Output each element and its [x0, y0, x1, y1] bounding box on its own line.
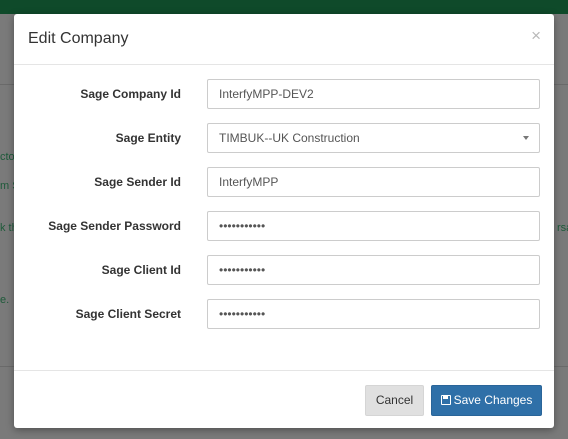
sender-id-label: Sage Sender Id: [94, 175, 181, 189]
modal-title: Edit Company: [28, 30, 129, 47]
company-id-label: Sage Company Id: [80, 87, 181, 101]
company-id-input[interactable]: InterfyMPP-DEV2: [207, 79, 540, 109]
form-row-entity: Sage Entity TIMBUK--UK Construction: [14, 123, 554, 155]
cancel-button[interactable]: Cancel: [365, 385, 424, 416]
sender-password-input[interactable]: •••••••••••: [207, 211, 540, 241]
client-secret-label: Sage Client Secret: [75, 307, 181, 321]
form-row-client-id: Sage Client Id •••••••••••: [14, 255, 554, 287]
client-id-label: Sage Client Id: [101, 263, 181, 277]
chevron-down-icon: [523, 136, 529, 140]
edit-company-modal: Edit Company × Sage Company Id InterfyMP…: [14, 14, 554, 428]
background-text: e.: [0, 294, 10, 306]
client-id-input[interactable]: •••••••••••: [207, 255, 540, 285]
modal-footer: Cancel Save Changes: [14, 370, 554, 428]
save-changes-label: Save Changes: [453, 393, 533, 407]
form-row-sender-id: Sage Sender Id InterfyMPP: [14, 167, 554, 199]
modal-header: Edit Company ×: [14, 14, 554, 65]
background-text: rsal: [557, 222, 568, 234]
entity-label: Sage Entity: [115, 131, 181, 145]
entity-select[interactable]: TIMBUK--UK Construction: [207, 123, 540, 153]
floppy-disk-icon: [440, 395, 451, 405]
sender-password-label: Sage Sender Password: [48, 219, 181, 233]
entity-select-value: TIMBUK--UK Construction: [219, 131, 360, 145]
save-changes-button[interactable]: Save Changes: [431, 385, 542, 416]
close-icon[interactable]: ×: [531, 26, 541, 46]
form-row-company-id: Sage Company Id InterfyMPP-DEV2: [14, 79, 554, 111]
sender-id-input[interactable]: InterfyMPP: [207, 167, 540, 197]
background-topbar: [0, 0, 568, 14]
form-row-client-secret: Sage Client Secret •••••••••••: [14, 299, 554, 331]
client-secret-input[interactable]: •••••••••••: [207, 299, 540, 329]
form-row-sender-password: Sage Sender Password •••••••••••: [14, 211, 554, 243]
